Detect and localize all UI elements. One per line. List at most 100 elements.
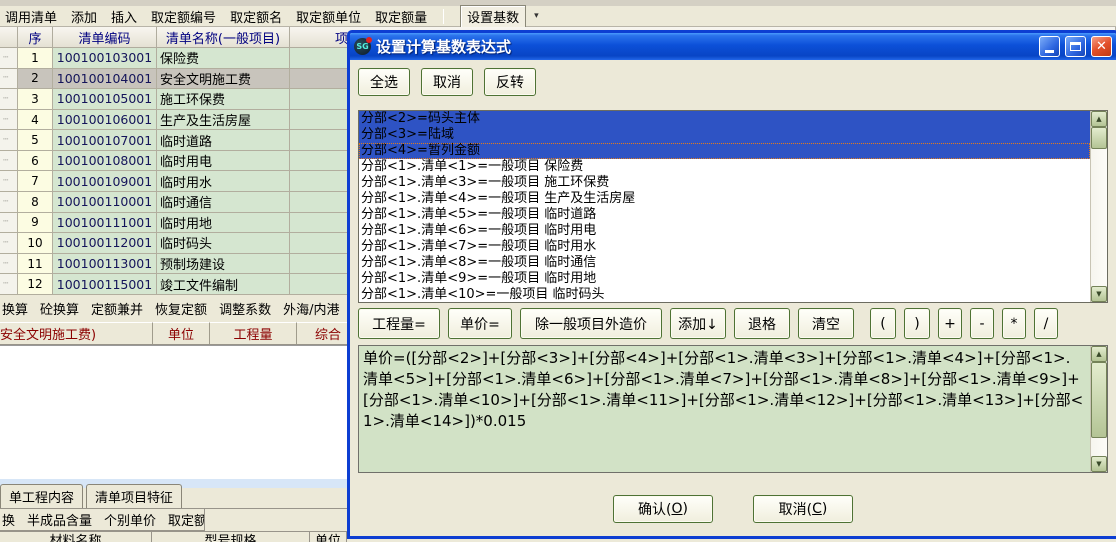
- toolbar-item-quota-merge[interactable]: 定额兼并: [91, 299, 143, 318]
- scroll-down-icon[interactable]: ▼: [1091, 456, 1107, 472]
- divide-button[interactable]: /: [1034, 308, 1058, 339]
- material-spec-header: 型号规格: [152, 532, 310, 542]
- toolbar-item-convert[interactable]: 换算: [2, 299, 28, 318]
- table-row[interactable]: ┄ 4 100100106001 生产及生活房屋: [0, 110, 360, 131]
- list-item[interactable]: 分部<1>.清单<10>=一般项目 临时码头: [359, 287, 1090, 303]
- tree-dots-icon: ┄: [0, 48, 18, 69]
- deselect-button[interactable]: 取消: [421, 68, 473, 96]
- scroll-track[interactable]: [1091, 149, 1107, 286]
- toolbar-item-add[interactable]: 添加: [71, 7, 97, 26]
- toolbar-item-restore-quota[interactable]: 恢复定额: [155, 299, 207, 318]
- list-item[interactable]: 分部<2>=码头主体: [359, 111, 1090, 127]
- left-paren-button[interactable]: (: [870, 308, 896, 339]
- tab-work-content[interactable]: 单工程内容: [0, 484, 83, 508]
- list-item[interactable]: 分部<1>.清单<7>=一般项目 临时用水: [359, 239, 1090, 255]
- dialog-title: 设置计算基数表达式: [376, 36, 1034, 57]
- dialog-set-calculation-base: SG 设置计算基数表达式 ✕ 全选 取消 反转 分部<2>=码头主体 分部<3>…: [347, 30, 1116, 539]
- minus-button[interactable]: -: [970, 308, 994, 339]
- dialog-footer: 确认(O) 取消(C): [350, 495, 1116, 523]
- operator-button-row: 工程量= 单价= 除一般项目外造价 添加↓ 退格 清空 ( ) + - * /: [350, 308, 1116, 339]
- toolbar-item-get-quota-unit[interactable]: 取定额单位: [296, 7, 361, 26]
- maximize-button[interactable]: [1065, 36, 1086, 57]
- dropdown-arrow-icon[interactable]: ▾: [534, 11, 539, 21]
- list-item[interactable]: 分部<1>.清单<5>=一般项目 临时道路: [359, 207, 1090, 223]
- toolbar-item-adjust-factor[interactable]: 调整系数: [219, 299, 271, 318]
- list-item-focused[interactable]: 分部<4>=暂列金额: [359, 143, 1090, 159]
- confirm-button[interactable]: 确认(O): [613, 495, 713, 523]
- list-item[interactable]: 分部<1>.清单<6>=一般项目 临时用电: [359, 223, 1090, 239]
- toolbar-item-insert[interactable]: 插入: [111, 7, 137, 26]
- table-row[interactable]: ┄ 6 100100108001 临时用电: [0, 151, 360, 172]
- toolbar-item-call-list[interactable]: 调用清单: [5, 7, 57, 26]
- list-item[interactable]: 分部<1>.清单<8>=一般项目 临时通信: [359, 255, 1090, 271]
- unit-price-equals-button[interactable]: 单价=: [448, 308, 512, 339]
- cancel-hotkey: C: [812, 501, 822, 517]
- name-cell: 竣工文件编制: [157, 274, 290, 295]
- table-row[interactable]: ┄ 5 100100107001 临时道路: [0, 130, 360, 151]
- close-button[interactable]: ✕: [1091, 36, 1112, 57]
- dialog-titlebar: SG 设置计算基数表达式 ✕: [350, 33, 1116, 60]
- seq-cell: 11: [18, 254, 53, 275]
- toolbar-item-individual-price[interactable]: 个别单价: [104, 510, 156, 529]
- selection-button-row: 全选 取消 反转: [350, 60, 1116, 96]
- except-general-items-button[interactable]: 除一般项目外造价: [520, 308, 662, 339]
- quantity-equals-button[interactable]: 工程量=: [358, 308, 440, 339]
- minimize-button[interactable]: [1039, 36, 1060, 57]
- scroll-up-icon[interactable]: ▲: [1091, 346, 1107, 362]
- expression-input[interactable]: 单价=([分部<2>]+[分部<3>]+[分部<4>]+[分部<1>.清单<3>…: [359, 346, 1107, 434]
- tree-column-header: [0, 27, 18, 48]
- table-row[interactable]: ┄ 10 100100112001 临时码头: [0, 233, 360, 254]
- cancel-label: 取消(: [779, 499, 812, 519]
- scroll-thumb[interactable]: [1091, 362, 1107, 438]
- expression-editor: 单价=([分部<2>]+[分部<3>]+[分部<4>]+[分部<1>.清单<3>…: [358, 345, 1108, 473]
- set-base-button[interactable]: 设置基数: [460, 5, 526, 28]
- seq-cell: 10: [18, 233, 53, 254]
- toolbar-item-get-quota-qty[interactable]: 取定额量: [375, 7, 427, 26]
- app-icon: SG: [354, 38, 371, 55]
- toolbar-item-replace[interactable]: 换: [2, 510, 15, 529]
- scroll-thumb[interactable]: [1091, 127, 1107, 149]
- table-row-selected[interactable]: ┄ 2 100100104001 安全文明施工费: [0, 69, 360, 90]
- toolbar-item-get-quota-name2[interactable]: 取定额名: [168, 510, 205, 529]
- table-row[interactable]: ┄ 3 100100105001 施工环保费: [0, 89, 360, 110]
- backspace-button[interactable]: 退格: [734, 308, 790, 339]
- scroll-track[interactable]: [1091, 438, 1107, 456]
- clear-button[interactable]: 清空: [798, 308, 854, 339]
- multiply-button[interactable]: *: [1002, 308, 1026, 339]
- toolbar-item-semi-product-content[interactable]: 半成品含量: [27, 510, 92, 529]
- cancel-button[interactable]: 取消(C): [753, 495, 853, 523]
- code-cell: 100100105001: [53, 89, 157, 110]
- table-row[interactable]: ┄ 1 100100103001 保险费: [0, 48, 360, 69]
- invert-selection-button[interactable]: 反转: [484, 68, 536, 96]
- expression-scrollbar[interactable]: ▲ ▼: [1090, 346, 1107, 472]
- tree-dots-icon: ┄: [0, 89, 18, 110]
- list-item[interactable]: 分部<3>=陆域: [359, 127, 1090, 143]
- bottom-tab-bar: 单工程内容 清单项目特征: [0, 488, 347, 509]
- plus-button[interactable]: +: [938, 308, 962, 339]
- name-cell: 临时通信: [157, 192, 290, 213]
- material-toolbar: 换 半成品含量 个别单价 取定额名 ▾: [0, 509, 205, 531]
- detail-quantity-header: 工程量: [210, 322, 297, 344]
- list-item[interactable]: 分部<1>.清单<4>=一般项目 生产及生活房屋: [359, 191, 1090, 207]
- list-item[interactable]: 分部<1>.清单<3>=一般项目 施工环保费: [359, 175, 1090, 191]
- tree-dots-icon: ┄: [0, 151, 18, 172]
- table-row[interactable]: ┄ 11 100100113001 预制场建设: [0, 254, 360, 275]
- list-item[interactable]: 分部<1>.清单<9>=一般项目 临时用地: [359, 271, 1090, 287]
- select-all-button[interactable]: 全选: [358, 68, 410, 96]
- toolbar-item-concrete-convert[interactable]: 砼换算: [40, 299, 79, 318]
- minimize-icon: [1045, 50, 1054, 53]
- scroll-down-icon[interactable]: ▼: [1091, 286, 1107, 302]
- list-item[interactable]: 分部<1>.清单<1>=一般项目 保险费: [359, 159, 1090, 175]
- table-row[interactable]: ┄ 12 100100115001 竣工文件编制: [0, 274, 360, 295]
- list-scrollbar[interactable]: ▲ ▼: [1090, 111, 1107, 302]
- tab-item-features[interactable]: 清单项目特征: [86, 484, 182, 508]
- table-row[interactable]: ┄ 9 100100111001 临时用地: [0, 213, 360, 234]
- scroll-up-icon[interactable]: ▲: [1091, 111, 1107, 127]
- toolbar-item-get-quota-code[interactable]: 取定额编号: [151, 7, 216, 26]
- toolbar-item-get-quota-name[interactable]: 取定额名: [230, 7, 282, 26]
- toolbar-item-offshore-inport[interactable]: 外海/内港: [283, 299, 339, 318]
- table-row[interactable]: ┄ 7 100100109001 临时用水: [0, 171, 360, 192]
- add-down-button[interactable]: 添加↓: [670, 308, 726, 339]
- right-paren-button[interactable]: ): [904, 308, 930, 339]
- table-row[interactable]: ┄ 8 100100110001 临时通信: [0, 192, 360, 213]
